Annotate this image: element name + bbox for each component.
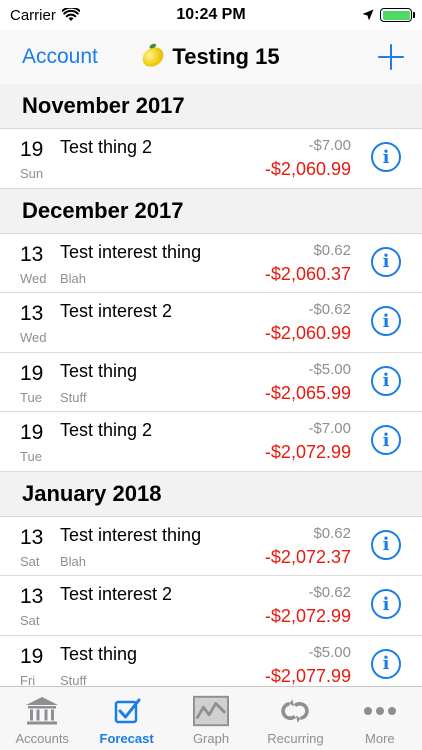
balance: -$2,065.99: [264, 382, 351, 403]
status-left: Carrier: [10, 7, 80, 24]
description: Test thing: [60, 360, 138, 381]
info-icon[interactable]: i: [371, 529, 401, 560]
wifi-icon: [61, 8, 80, 21]
lemon-icon: [139, 44, 168, 70]
tab-accounts[interactable]: Accounts: [0, 687, 84, 750]
tab-label: Accounts: [15, 731, 69, 746]
weekday: Sat: [20, 553, 40, 569]
note: Stuff: [60, 672, 87, 687]
list-item[interactable]: 13 Sat Test interest 2 -$0.62 -$2,072.99…: [0, 576, 422, 636]
weekday: Wed: [20, 330, 47, 345]
info-icon[interactable]: i: [371, 306, 401, 336]
day-number: 19: [20, 138, 44, 161]
balance: -$2,060.99: [264, 159, 351, 179]
amount: $0.62: [313, 241, 351, 259]
description: Test thing 2: [60, 137, 153, 157]
battery-icon: [380, 8, 415, 22]
tab-recurring[interactable]: Recurring: [253, 687, 337, 750]
section-header: November 2017: [0, 84, 422, 129]
description: Test interest thing: [60, 241, 202, 262]
day-number: 19: [20, 361, 44, 385]
account-back-button[interactable]: Account: [22, 45, 98, 69]
note: Stuff: [60, 389, 87, 405]
description: Test interest thing: [60, 524, 202, 545]
forecast-list[interactable]: November 2017 19 Sun Test thing 2 -$7.00…: [0, 84, 422, 686]
day-number: 13: [20, 525, 44, 549]
page-title-text: Testing 15: [172, 44, 280, 69]
more-icon: [362, 694, 398, 728]
day-number: 13: [20, 585, 44, 608]
checkbox-icon: [109, 694, 145, 728]
description: Test thing: [60, 643, 138, 664]
status-bar: Carrier 10:24 PM: [0, 0, 422, 30]
balance: -$2,060.37: [264, 263, 351, 284]
list-item[interactable]: 13 Wed Test interest thing Blah $0.62 -$…: [0, 233, 422, 293]
tab-label: Graph: [192, 731, 230, 746]
tab-label: More: [365, 731, 395, 746]
amount: -$0.62: [308, 584, 351, 601]
list-item[interactable]: 13 Wed Test interest 2 -$0.62 -$2,060.99…: [0, 293, 422, 353]
note: Blah: [60, 270, 87, 286]
tab-forecast[interactable]: Forecast: [84, 687, 168, 750]
balance: -$2,072.37: [264, 546, 351, 567]
amount: -$7.00: [308, 420, 351, 437]
tab-more[interactable]: More: [338, 687, 422, 750]
weekday: Sat: [20, 613, 40, 628]
description: Test interest 2: [60, 584, 173, 604]
weekday: Wed: [20, 270, 47, 286]
description: Test thing 2: [60, 420, 153, 440]
list-item[interactable]: 13 Sat Test interest thing Blah $0.62 -$…: [0, 516, 422, 576]
info-icon[interactable]: i: [371, 246, 401, 277]
day-number: 19: [20, 644, 44, 668]
tab-bar: Accounts Forecast Graph Recurring More: [0, 686, 422, 750]
amount: $0.62: [313, 524, 351, 542]
balance: -$2,077.99: [264, 665, 351, 686]
balance: -$2,072.99: [264, 442, 351, 462]
info-icon[interactable]: i: [371, 589, 401, 619]
bank-icon: [24, 694, 60, 728]
amount: -$5.00: [308, 643, 351, 661]
description: Test interest 2: [60, 301, 173, 321]
info-icon[interactable]: i: [371, 648, 401, 679]
balance: -$2,072.99: [264, 606, 351, 626]
list-item[interactable]: 19 Sun Test thing 2 -$7.00 -$2,060.99 i: [0, 129, 422, 189]
tab-label: Recurring: [267, 731, 324, 746]
navigation-bar: Account Testing 15: [0, 30, 422, 84]
info-icon[interactable]: i: [371, 425, 401, 455]
day-number: 19: [20, 421, 44, 444]
list-item[interactable]: 19 Fri Test thing Stuff -$5.00 -$2,077.9…: [0, 635, 422, 687]
note: Blah: [60, 553, 87, 569]
section-header: January 2018: [0, 471, 422, 517]
section-header: December 2017: [0, 188, 422, 234]
info-icon[interactable]: i: [371, 142, 401, 172]
status-right: [362, 8, 415, 22]
amount: -$5.00: [308, 360, 351, 378]
add-button[interactable]: [376, 42, 406, 72]
weekday: Tue: [20, 389, 42, 405]
weekday: Sun: [20, 166, 44, 181]
list-item[interactable]: 19 Tue Test thing 2 -$7.00 -$2,072.99 i: [0, 412, 422, 472]
weekday: Fri: [20, 672, 36, 687]
amount: -$0.62: [308, 301, 351, 318]
info-icon[interactable]: i: [371, 365, 401, 396]
balance: -$2,060.99: [264, 323, 351, 343]
list-item[interactable]: 19 Tue Test thing Stuff -$5.00 -$2,065.9…: [0, 352, 422, 412]
day-number: 13: [20, 302, 44, 325]
day-number: 13: [20, 242, 44, 266]
carrier-label: Carrier: [10, 6, 56, 24]
location-arrow-icon: [362, 9, 374, 21]
recurring-icon: [277, 694, 313, 728]
weekday: Tue: [20, 449, 42, 464]
graph-icon: [193, 694, 230, 728]
tab-graph[interactable]: Graph: [169, 687, 253, 750]
tab-label: Forecast: [99, 731, 154, 746]
amount: -$7.00: [308, 137, 351, 154]
